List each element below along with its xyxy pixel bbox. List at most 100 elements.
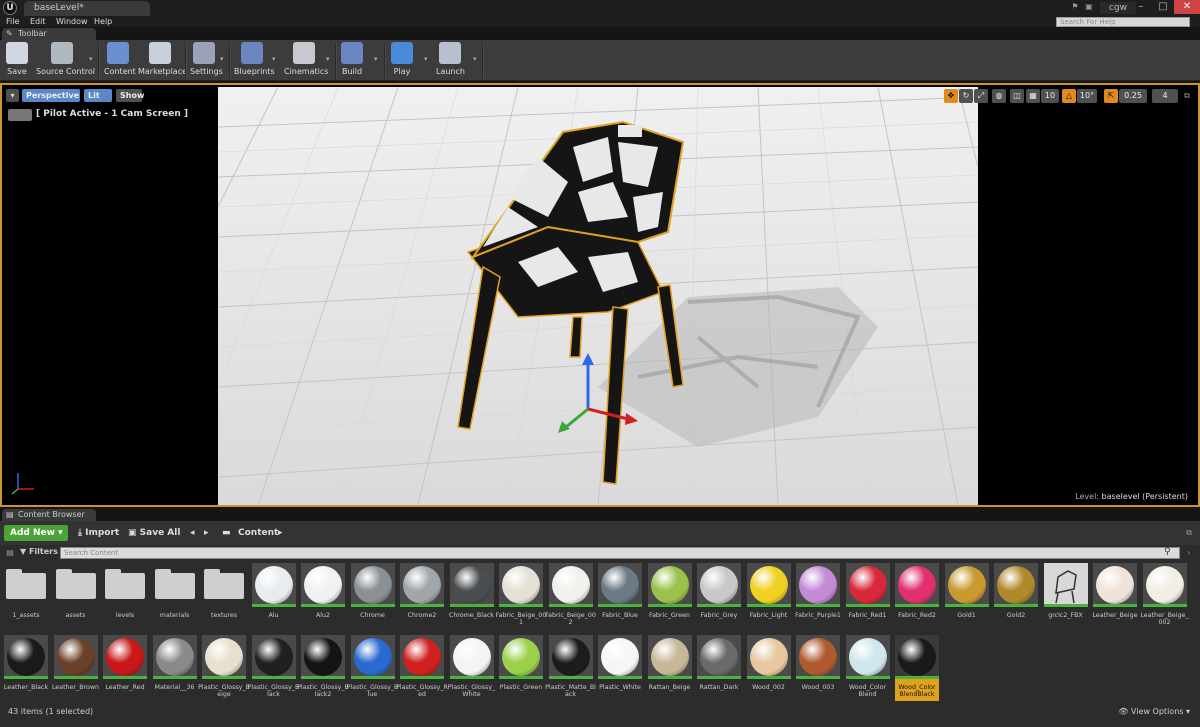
filters-button[interactable]: ▼ Filters ▾: [20, 547, 65, 556]
rotation-snap-icon[interactable]: △: [1062, 89, 1076, 103]
folder-tile[interactable]: assets: [54, 563, 98, 629]
settings-button[interactable]: Settings: [190, 42, 223, 80]
search-scroll-icon[interactable]: ›: [1184, 548, 1194, 558]
path-chevron-icon[interactable]: ▸: [278, 526, 283, 540]
asset-tile[interactable]: Plastic_Glossy_White: [448, 635, 495, 701]
lit-button[interactable]: Lit: [84, 89, 112, 102]
menu-file[interactable]: File: [6, 16, 19, 27]
play-button[interactable]: Play: [390, 42, 414, 80]
folder-tile[interactable]: textures: [202, 563, 246, 629]
notification-icon[interactable]: ▣: [1084, 2, 1094, 12]
build-dropdown-icon[interactable]: ▾: [374, 55, 382, 63]
import-button[interactable]: ⤓ Import: [78, 526, 119, 540]
asset-tile[interactable]: Plastic_Glossy_Beige: [198, 635, 250, 701]
asset-tile[interactable]: Wood_Color BlendBlack: [895, 635, 939, 701]
folder-tile[interactable]: 1_assets: [4, 563, 48, 629]
asset-tile[interactable]: Material__36: [152, 635, 197, 701]
add-new-button[interactable]: Add New ▾: [4, 525, 68, 541]
level-document-tab[interactable]: baseLevel*: [24, 1, 150, 16]
asset-tile[interactable]: Fabric_Purple1: [795, 563, 841, 629]
asset-tile[interactable]: Plastic_Glossy_Black: [248, 635, 299, 701]
toolbar-tab[interactable]: ✎ Toolbar: [2, 28, 96, 40]
world-space-icon[interactable]: ◍: [992, 89, 1006, 103]
view-options-button[interactable]: 👁 View Options ▾: [1118, 707, 1190, 716]
search-icon[interactable]: ⚲: [1164, 547, 1171, 557]
settings-dropdown-icon[interactable]: ▾: [220, 55, 228, 63]
rotate-mode-icon[interactable]: ↻: [959, 89, 973, 103]
source-control-button[interactable]: Source Control: [36, 42, 95, 80]
asset-tile[interactable]: Chrome2: [400, 563, 444, 629]
feedback-icon[interactable]: ⚑: [1070, 2, 1080, 12]
asset-tile[interactable]: Leather_Beige: [1092, 563, 1138, 629]
content-search-input[interactable]: Search Content: [60, 547, 1180, 559]
folder-tile[interactable]: materials: [153, 563, 197, 629]
asset-tile[interactable]: Wood_003: [796, 635, 840, 701]
menu-window[interactable]: Window: [56, 16, 88, 27]
minimize-icon[interactable]: –: [1130, 0, 1152, 14]
rotation-snap-value[interactable]: 10°: [1077, 89, 1097, 103]
asset-tile[interactable]: Rattan_Beige: [647, 635, 692, 701]
scale-snap-icon[interactable]: ⇱: [1104, 89, 1118, 103]
lock-icon[interactable]: ⧉: [1184, 528, 1194, 538]
asset-tile[interactable]: Fabric_Light: [746, 563, 791, 629]
menu-edit[interactable]: Edit: [30, 16, 46, 27]
path-content-crumb[interactable]: Content: [238, 526, 278, 540]
launch-button[interactable]: Launch: [436, 42, 465, 80]
asset-tile[interactable]: Gold2: [994, 563, 1038, 629]
cinematics-button[interactable]: Cinematics: [284, 42, 328, 80]
marketplace-button[interactable]: Marketplace: [138, 42, 187, 80]
blueprints-dropdown-icon[interactable]: ▾: [272, 55, 280, 63]
asset-tile[interactable]: Fabric_Green: [647, 563, 692, 629]
camera-speed-value[interactable]: 4: [1152, 89, 1178, 103]
asset-tile[interactable]: Plastic_Glossy_Red: [396, 635, 448, 701]
maximize-icon[interactable]: □: [1152, 0, 1174, 14]
folder-tile[interactable]: levels: [103, 563, 147, 629]
cinematics-dropdown-icon[interactable]: ▾: [326, 55, 334, 63]
asset-tile[interactable]: Fabric_Red2: [895, 563, 939, 629]
viewport-options-icon[interactable]: ▾: [6, 89, 19, 102]
asset-tile[interactable]: Fabric_Beige_001: [496, 563, 546, 629]
scale-snap-value[interactable]: 0.25: [1119, 89, 1147, 103]
back-icon[interactable]: ◂: [190, 526, 195, 540]
asset-tile[interactable]: Leather_Brown: [52, 635, 99, 701]
forward-icon[interactable]: ▸: [204, 526, 209, 540]
surface-snap-icon[interactable]: ◫: [1010, 89, 1024, 103]
asset-tile[interactable]: Leather_Black: [4, 635, 48, 701]
level-viewport[interactable]: ▾ Perspective Lit Show [ Pilot Active - …: [0, 83, 1200, 507]
source-control-dropdown-icon[interactable]: ▾: [89, 55, 97, 63]
asset-tile[interactable]: Plastic_Glossy_Black2: [297, 635, 349, 701]
asset-tile[interactable]: grclc2_FBX: [1043, 563, 1088, 629]
content-browser-tab[interactable]: ▤ Content Browser: [2, 509, 96, 521]
perspective-button[interactable]: Perspective: [22, 89, 80, 102]
asset-tile[interactable]: Rattan_Dark: [697, 635, 741, 701]
build-button[interactable]: Build: [340, 42, 364, 80]
asset-tile[interactable]: Wood_002: [746, 635, 791, 701]
asset-tile[interactable]: Fabric_Grey: [697, 563, 741, 629]
save-all-button[interactable]: ▣ Save All: [128, 526, 180, 540]
content-button[interactable]: Content: [104, 42, 136, 80]
asset-tile[interactable]: Plastic_Glossy_Blue: [347, 635, 398, 701]
asset-tile[interactable]: Chrome_Black: [449, 563, 494, 629]
asset-tile[interactable]: Gold1: [944, 563, 989, 629]
asset-tile[interactable]: Leather_Red: [103, 635, 147, 701]
menu-help[interactable]: Help: [94, 16, 112, 27]
viewport-scene[interactable]: [218, 87, 978, 505]
sources-panel-icon[interactable]: ▤: [5, 548, 15, 558]
asset-tile[interactable]: Plastic_Green: [499, 635, 543, 701]
asset-tile[interactable]: Wood_Color Blend: [845, 635, 890, 701]
asset-tile[interactable]: Alu: [251, 563, 296, 629]
play-dropdown-icon[interactable]: ▾: [424, 55, 432, 63]
scale-mode-icon[interactable]: ⤢: [974, 89, 988, 103]
close-icon[interactable]: ✕: [1174, 0, 1200, 14]
show-button[interactable]: Show: [116, 89, 144, 102]
grid-snap-value[interactable]: 10: [1041, 89, 1059, 103]
help-search-input[interactable]: Search For Help: [1056, 17, 1190, 27]
asset-tile[interactable]: Chrome: [350, 563, 395, 629]
translate-mode-icon[interactable]: ✥: [944, 89, 958, 103]
asset-tile[interactable]: Fabric_Red1: [845, 563, 890, 629]
launch-dropdown-icon[interactable]: ▾: [473, 55, 481, 63]
blueprints-button[interactable]: Blueprints: [234, 42, 275, 80]
asset-tile[interactable]: Plastic_Matte_Black: [545, 635, 596, 701]
grid-snap-icon[interactable]: ▦: [1026, 89, 1040, 103]
save-button[interactable]: Save: [4, 42, 30, 80]
